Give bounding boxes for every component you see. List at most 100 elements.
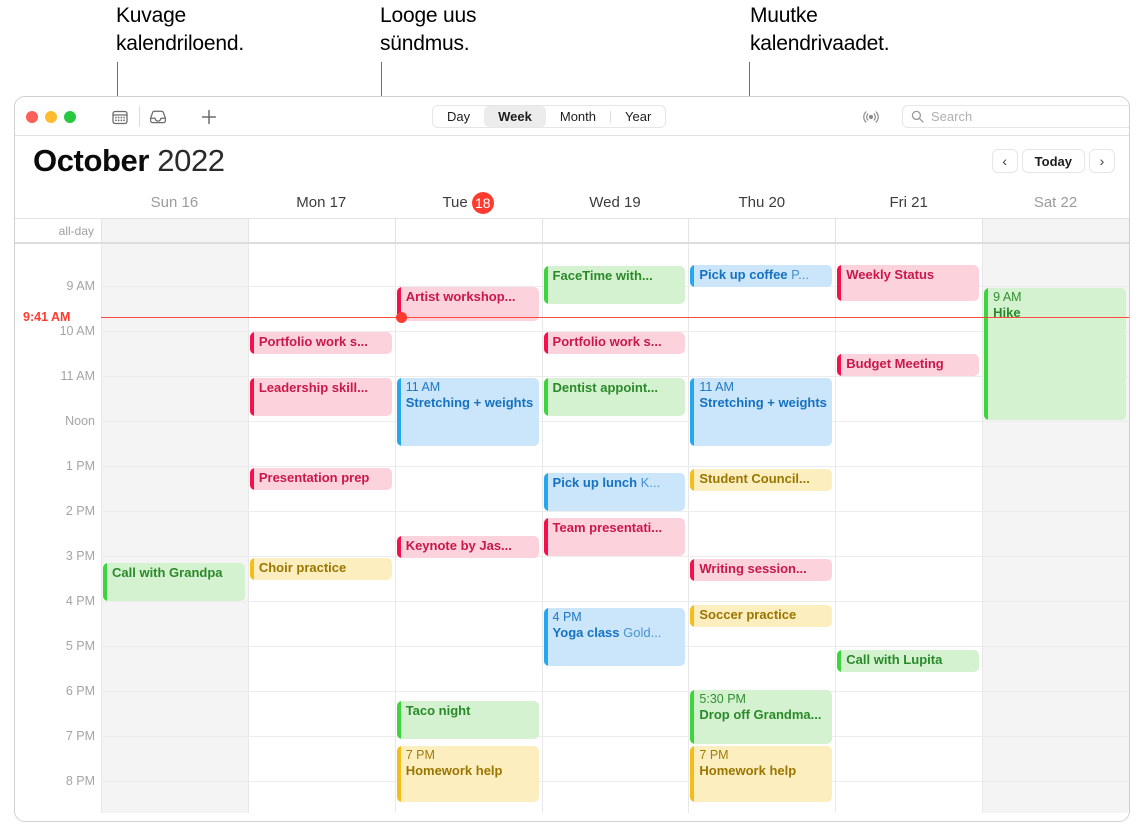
- event-title: Stretching + weights: [699, 395, 827, 410]
- calendar-event[interactable]: 11 AM Stretching + weights: [396, 378, 539, 446]
- calendar-event[interactable]: 9 AM Hike: [984, 288, 1126, 420]
- date-navigation: ‹ Today ›: [991, 149, 1115, 173]
- event-color-bar: [543, 473, 548, 511]
- toolbar-divider: [139, 106, 140, 127]
- tab-day[interactable]: Day: [433, 106, 484, 127]
- day-header-wed[interactable]: Wed 19: [542, 192, 689, 214]
- all-day-cell-mon[interactable]: [247, 219, 395, 242]
- event-title: Homework help: [699, 763, 797, 778]
- event-subtitle: K...: [637, 475, 661, 490]
- calendar-event[interactable]: Team presentati...: [543, 518, 686, 556]
- event-title: Keynote by Jas...: [405, 538, 512, 553]
- all-day-cell-thu[interactable]: [688, 219, 835, 242]
- calendar-event[interactable]: Taco night: [396, 701, 539, 739]
- event-title: Writing session...: [699, 561, 807, 576]
- callout-create-new-event: Looge uus sündmus.: [380, 4, 477, 55]
- calendar-event[interactable]: Keynote by Jas...: [396, 536, 539, 558]
- maximize-button[interactable]: [64, 111, 76, 123]
- close-button[interactable]: [26, 111, 38, 123]
- day-header-tue[interactable]: Tue 18: [395, 192, 542, 215]
- event-title: Choir practice: [258, 560, 347, 575]
- hour-label: 1 PM: [65, 459, 95, 473]
- hour-label: 10 AM: [59, 324, 95, 338]
- all-day-cell-wed[interactable]: [541, 219, 689, 242]
- calendar-event[interactable]: Call with Grandpa: [103, 563, 245, 601]
- plus-icon[interactable]: [199, 107, 219, 127]
- event-color-bar: [396, 378, 401, 446]
- current-time-line: [101, 317, 1129, 318]
- day-header-sun[interactable]: Sun 16: [101, 192, 248, 214]
- calendar-event[interactable]: Dentist appoint...: [543, 378, 686, 416]
- event-time: 7 PM: [699, 748, 729, 762]
- event-title: Portfolio work s...: [552, 334, 662, 349]
- view-segmented-control[interactable]: Day Week Month Year: [432, 105, 667, 128]
- page-title-year: 2022: [157, 143, 225, 178]
- day-header-thu[interactable]: Thu 20: [688, 192, 835, 214]
- calendar-event[interactable]: Artist workshop...: [396, 287, 539, 321]
- calendar-event[interactable]: Pick up coffee P...: [690, 265, 833, 287]
- calendar-icon[interactable]: [110, 107, 130, 127]
- event-color-bar: [543, 332, 548, 354]
- tab-week[interactable]: Week: [484, 106, 546, 127]
- search-box[interactable]: [902, 105, 1129, 128]
- calendar-event[interactable]: Student Council...: [690, 469, 833, 491]
- calendar-event[interactable]: Presentation prep: [249, 468, 392, 490]
- calendar-event[interactable]: 5:30 PM Drop off Grandma...: [690, 690, 833, 744]
- calendar-event[interactable]: 7 PM Homework help: [690, 746, 833, 802]
- calendar-event[interactable]: Writing session...: [690, 559, 833, 581]
- event-title: Presentation prep: [258, 470, 370, 485]
- search-input[interactable]: [931, 109, 1121, 124]
- today-button[interactable]: Today: [1021, 149, 1085, 173]
- minimize-button[interactable]: [45, 111, 57, 123]
- event-title: Taco night: [405, 703, 471, 718]
- week-grid-scroll[interactable]: 9 AM 10 AM 11 AM Noon 1 PM 2 PM 3 PM 4 PM 5 PM 6 …: [15, 244, 1129, 813]
- day-header-sat[interactable]: Sat 22: [982, 192, 1129, 214]
- event-color-bar: [543, 608, 548, 666]
- calendar-event[interactable]: Weekly Status: [837, 265, 980, 301]
- calendar-event[interactable]: 11 AM Stretching + weights: [690, 378, 833, 446]
- calendar-event[interactable]: Call with Lupita: [837, 650, 980, 672]
- day-header-fri[interactable]: Fri 21: [835, 192, 982, 214]
- hour-label: 2 PM: [65, 504, 95, 518]
- hour-label: 5 PM: [65, 639, 95, 653]
- calendar-event[interactable]: 4 PM Yoga class Gold...: [543, 608, 686, 666]
- hour-gridline: [101, 601, 1129, 602]
- event-title: Artist workshop...: [405, 289, 516, 304]
- all-day-cell-fri[interactable]: [835, 219, 982, 242]
- calendar-event[interactable]: Portfolio work s...: [249, 332, 392, 354]
- event-title: Leadership skill...: [258, 380, 368, 395]
- all-day-cell-sat[interactable]: [982, 219, 1129, 242]
- calendar-event[interactable]: Soccer practice: [690, 605, 833, 627]
- all-day-cell-tue[interactable]: [394, 219, 542, 242]
- event-color-bar: [543, 518, 548, 556]
- previous-week-button[interactable]: ‹: [991, 149, 1018, 173]
- calendar-event[interactable]: 7 PM Homework help: [396, 746, 539, 802]
- calendar-event[interactable]: Portfolio work s...: [543, 332, 686, 354]
- broadcast-icon[interactable]: [860, 106, 882, 128]
- event-title: FaceTime with...: [552, 268, 653, 283]
- event-color-bar: [690, 469, 695, 491]
- day-column-mon[interactable]: [247, 244, 395, 813]
- inbox-icon[interactable]: [148, 107, 168, 127]
- tab-month[interactable]: Month: [546, 106, 610, 127]
- event-title: Call with Lupita: [846, 652, 943, 667]
- event-title: Call with Grandpa: [112, 565, 223, 580]
- tab-year[interactable]: Year: [611, 106, 665, 127]
- day-column-fri[interactable]: [835, 244, 982, 813]
- day-column-sun[interactable]: [101, 244, 248, 813]
- calendar-event[interactable]: Leadership skill...: [249, 378, 392, 416]
- calendar-event[interactable]: Choir practice: [249, 558, 392, 580]
- event-color-bar: [837, 650, 842, 672]
- calendar-event[interactable]: Pick up lunch K...: [543, 473, 686, 511]
- day-header-mon[interactable]: Mon 17: [248, 192, 395, 214]
- window-toolbar: Day Week Month Year: [15, 97, 1129, 136]
- event-title: Team presentati...: [552, 520, 663, 535]
- all-day-cell-sun[interactable]: [101, 219, 248, 242]
- next-week-button[interactable]: ›: [1089, 149, 1115, 173]
- calendar-event[interactable]: FaceTime with...: [543, 266, 686, 304]
- event-time: 9 AM: [993, 290, 1022, 304]
- calendar-event[interactable]: Budget Meeting: [837, 354, 980, 376]
- event-color-bar: [396, 701, 401, 739]
- hour-gridline: [101, 736, 1129, 737]
- event-title: Budget Meeting: [846, 356, 944, 371]
